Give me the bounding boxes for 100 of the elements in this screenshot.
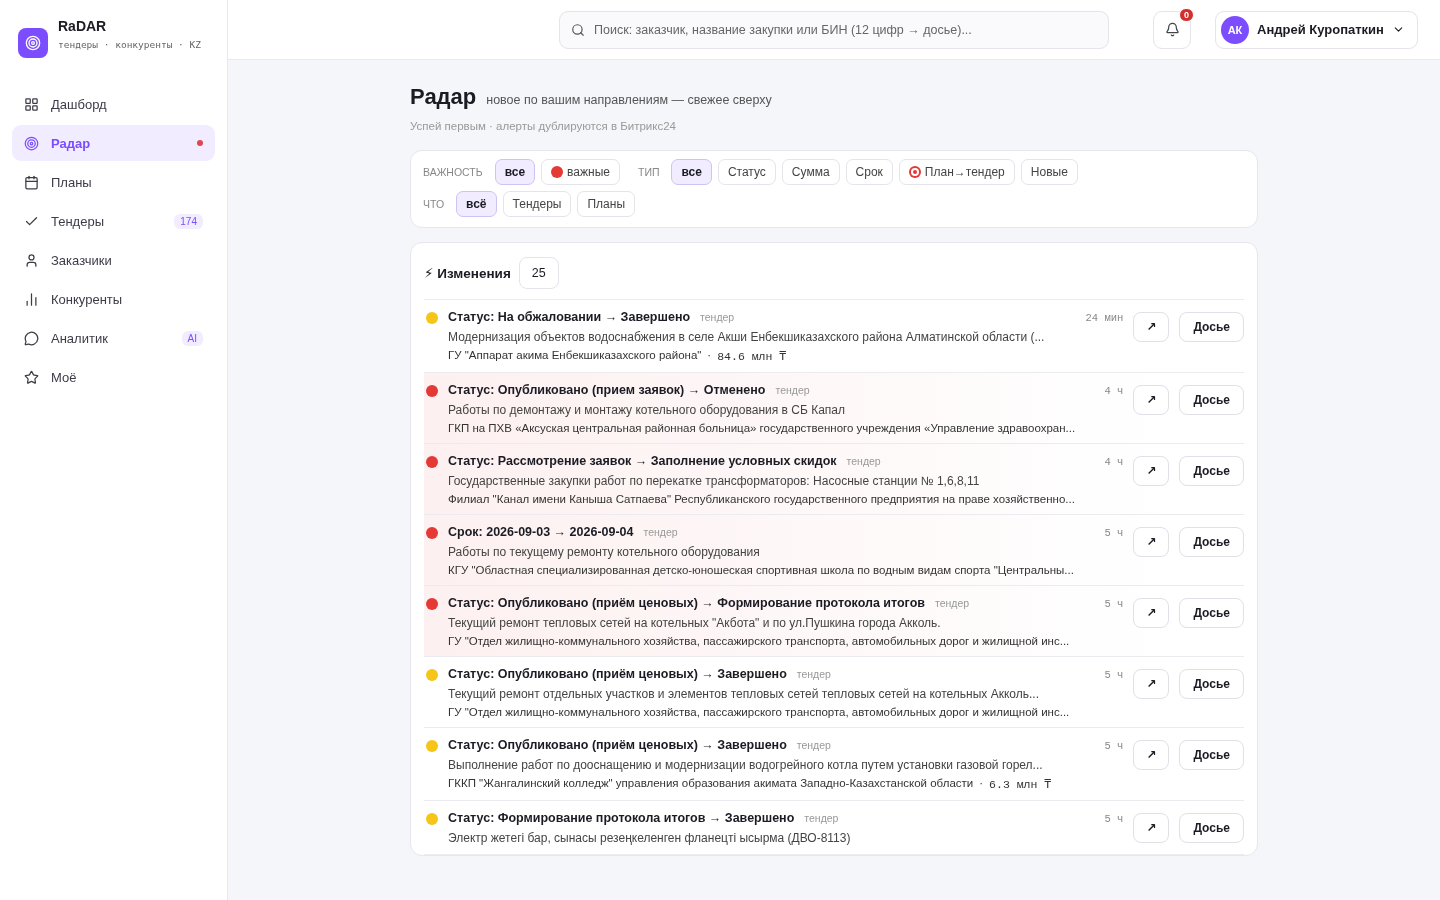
change-title: Статус: Опубликовано (приём ценовых) → Завершено (448, 667, 787, 681)
change-time: 5 ч (1104, 669, 1124, 681)
filter-chip[interactable]: важные (541, 159, 620, 185)
tender-description: Выполнение работ по дооснащению и модернизации водогрейного котла путем установки газовой горел... (448, 758, 1044, 772)
sidebar-item[interactable]: Заказчики (12, 242, 215, 278)
change-time: 5 ч (1104, 740, 1124, 752)
filter-chip[interactable]: План→тендер (898, 159, 1015, 185)
change-time: 5 ч (1104, 598, 1124, 610)
brand-name: RaDAR (58, 18, 108, 34)
dossier-button[interactable]: Досье (1179, 456, 1244, 486)
tender-amount: 6.3 млн ₸ (989, 777, 1052, 791)
open-button[interactable]: ↗ (1133, 740, 1170, 770)
page-subtitle: новое по вашим направлениям — свежее сверху (486, 93, 772, 107)
open-button[interactable]: ↗ (1133, 598, 1170, 628)
open-button[interactable]: ↗ (1133, 669, 1170, 699)
filter-label: ЧТО (423, 198, 445, 210)
item-type: тендер (796, 739, 831, 751)
brand-tagline: тендеры · конкуренты · KZ (58, 38, 202, 52)
nav-icon (24, 96, 39, 112)
change-title: Статус: Опубликовано (прием заявок) → Отменено (448, 383, 766, 397)
page-note: Успей первым · алерты дублируются в Битрикс24 (410, 120, 677, 132)
item-type: тендер (846, 455, 881, 467)
section-title: ⚡ Изменения (424, 265, 511, 281)
customer-name: ГУ "Отдел жилищно-коммунального хозяйства, пассажирского транспорта, автомобильных дорог и жилищной инс... (448, 706, 1070, 718)
item-type: тендер (804, 812, 839, 824)
change-title: Статус: Опубликовано (приём ценовых) → Формирование протокола итогов (448, 596, 925, 610)
tender-description: Государственные закупки работ по перекатке трансформаторов: Насосные станции № 1,6,8,11 (448, 474, 981, 488)
user-menu-button[interactable]: АК Андрей Куропаткин (1215, 10, 1418, 49)
avatar: АК (1221, 15, 1249, 44)
separator-dot: · (707, 349, 712, 363)
page-title: Радар (410, 84, 477, 110)
filter-chip[interactable]: Сумма (781, 159, 840, 185)
change-title: Статус: На обжаловании → Завершено (448, 310, 691, 324)
customer-name: ГУ "Аппарат акима Енбекшиказахского района" (448, 349, 702, 363)
dossier-button[interactable]: Досье (1179, 598, 1244, 628)
tender-description: Электр жетегі бар, сынасы резеңкеленген фланецті ысырма (ДВО-8113) (448, 831, 852, 845)
change-title: Срок: 2026-09-03 → 2026-09-04 (448, 525, 634, 539)
customer-name: ГУ "Отдел жилищно-коммунального хозяйства, пассажирского транспорта, автомобильных дорог и жилищной инс... (448, 635, 1070, 647)
item-type: тендер (775, 384, 810, 396)
open-button[interactable]: ↗ (1133, 813, 1170, 843)
sidebar-item[interactable]: Конкуренты (12, 281, 215, 317)
tender-description: Текущий ремонт отдельных участков и элементов тепловых сетей тепловых сетей на котельных Акколь... (448, 687, 1040, 701)
nav-icon (24, 252, 39, 268)
sidebar-item[interactable]: Аналитик AI (12, 320, 215, 356)
dossier-button[interactable]: Досье (1179, 527, 1244, 557)
dossier-button[interactable]: Досье (1179, 669, 1244, 699)
dossier-button[interactable]: Досье (1179, 312, 1244, 342)
tender-amount: 84.6 млн ₸ (717, 349, 787, 363)
filter-chip[interactable]: Планы (577, 191, 636, 217)
sidebar-item[interactable]: Радар (12, 125, 215, 161)
filter-chip[interactable]: все (494, 159, 536, 185)
sidebar-item[interactable]: Дашборд (12, 86, 215, 122)
customer-name: Филиал "Канал имени Каныша Сатпаева" Республиканского государственного предприятия на праве хозяйственно... (448, 493, 1075, 505)
change-time: 24 мин (1085, 312, 1124, 324)
notification-count: 0 (1179, 7, 1194, 22)
target-icon (908, 166, 921, 178)
dossier-button[interactable]: Досье (1179, 385, 1244, 415)
sidebar-item[interactable]: Планы (12, 164, 215, 200)
tender-description: Работы по текущему ремонту котельного оборудования (448, 545, 761, 559)
filter-chip[interactable]: все (671, 159, 712, 185)
customer-name: КГУ "Областная специализированная детско-юношеская спортивная школа по водным видам спорта "Центральны... (448, 564, 1074, 576)
dossier-button[interactable]: Досье (1179, 813, 1244, 843)
dot-icon (551, 166, 564, 178)
sidebar-item[interactable]: Моё (12, 359, 215, 395)
item-type: тендер (700, 311, 735, 323)
dossier-button[interactable]: Досье (1179, 740, 1244, 770)
separator-dot: · (979, 777, 984, 791)
filter-chip[interactable]: всё (456, 191, 497, 217)
change-time: 5 ч (1104, 527, 1124, 539)
nav-badge: AI (181, 330, 203, 346)
tender-description: Модернизация объектов водоснабжения в селе Акши Енбекшиказахского района Алматинской области (... (448, 330, 1046, 344)
open-button[interactable]: ↗ (1133, 456, 1170, 486)
open-button[interactable]: ↗ (1133, 385, 1170, 415)
filter-chip[interactable]: Срок (845, 159, 893, 185)
nav-icon (24, 291, 39, 307)
sidebar-item[interactable]: Тендеры 174 (12, 203, 215, 239)
logo-icon (18, 28, 48, 58)
customer-name: ГККП "Жангалинский колледж" управления образования акимата Западно-Казахстанской области (448, 777, 974, 791)
filter-chip[interactable]: Новые (1020, 159, 1078, 185)
open-button[interactable]: ↗ (1133, 527, 1170, 557)
notifications-button[interactable]: 0 (1153, 10, 1191, 49)
change-time: 5 ч (1104, 813, 1124, 825)
tender-description: Работы по демонтажу и монтажу котельного оборудования в СБ Капал (448, 403, 847, 417)
item-type: тендер (796, 668, 831, 680)
nav-icon (24, 369, 39, 385)
customer-name: ГКП на ПХВ «Аксуская центральная районная больница» государственного учреждения «Управление здравоохран... (448, 422, 1076, 434)
nav-icon (24, 135, 39, 151)
nav-badge: 174 (174, 213, 203, 229)
filter-label: ТИП (637, 166, 660, 178)
filter-chip[interactable]: Тендеры (502, 191, 572, 217)
filter-chip[interactable]: Статус (717, 159, 776, 185)
tender-description: Текущий ремонт тепловых сетей на котельных "Акбота" и по ул.Пушкина города Акколь. (448, 616, 942, 630)
change-title: Статус: Рассмотрение заявок → Заполнение условных скидок (448, 454, 837, 468)
changes-count: 25 (518, 257, 559, 289)
change-title: Статус: Формирование протокола итогов → Завершено (448, 811, 795, 825)
open-button[interactable]: ↗ (1133, 312, 1170, 342)
change-time: 4 ч (1104, 385, 1124, 397)
nav-icon (24, 330, 39, 346)
search-field[interactable]: Поиск: заказчик, название закупки или БИН (12 цифр → досье)... (559, 10, 1109, 49)
change-time: 4 ч (1104, 456, 1124, 468)
